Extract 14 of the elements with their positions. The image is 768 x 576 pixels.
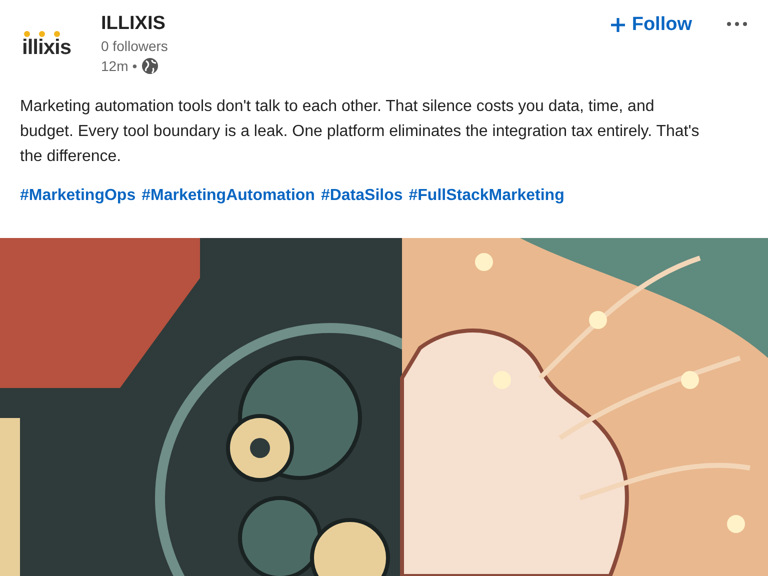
plus-icon bbox=[610, 17, 626, 33]
separator-dot: • bbox=[132, 57, 138, 76]
post-time: 12m bbox=[101, 57, 128, 76]
follow-button[interactable]: Follow bbox=[606, 12, 696, 38]
hashtag-link[interactable]: #FullStackMarketing bbox=[408, 183, 564, 208]
hashtag-link[interactable]: #MarketingAutomation bbox=[142, 183, 315, 208]
more-icon[interactable] bbox=[726, 21, 748, 27]
post-text: Marketing automation tools don't talk to each other. That silence costs you data, time, and budget. Every tool boundary is a leak. One platform eliminates the integration tax entirely. That's the difference. bbox=[20, 97, 700, 167]
hashtag-link[interactable]: #MarketingOps bbox=[20, 183, 136, 208]
author-name[interactable]: ILLIXIS bbox=[101, 12, 168, 36]
globe-icon bbox=[141, 57, 160, 75]
follower-count: 0 followers bbox=[101, 37, 168, 56]
hashtag-link[interactable]: #DataSilos bbox=[320, 183, 403, 208]
company-logo[interactable]: illixis bbox=[22, 30, 88, 70]
